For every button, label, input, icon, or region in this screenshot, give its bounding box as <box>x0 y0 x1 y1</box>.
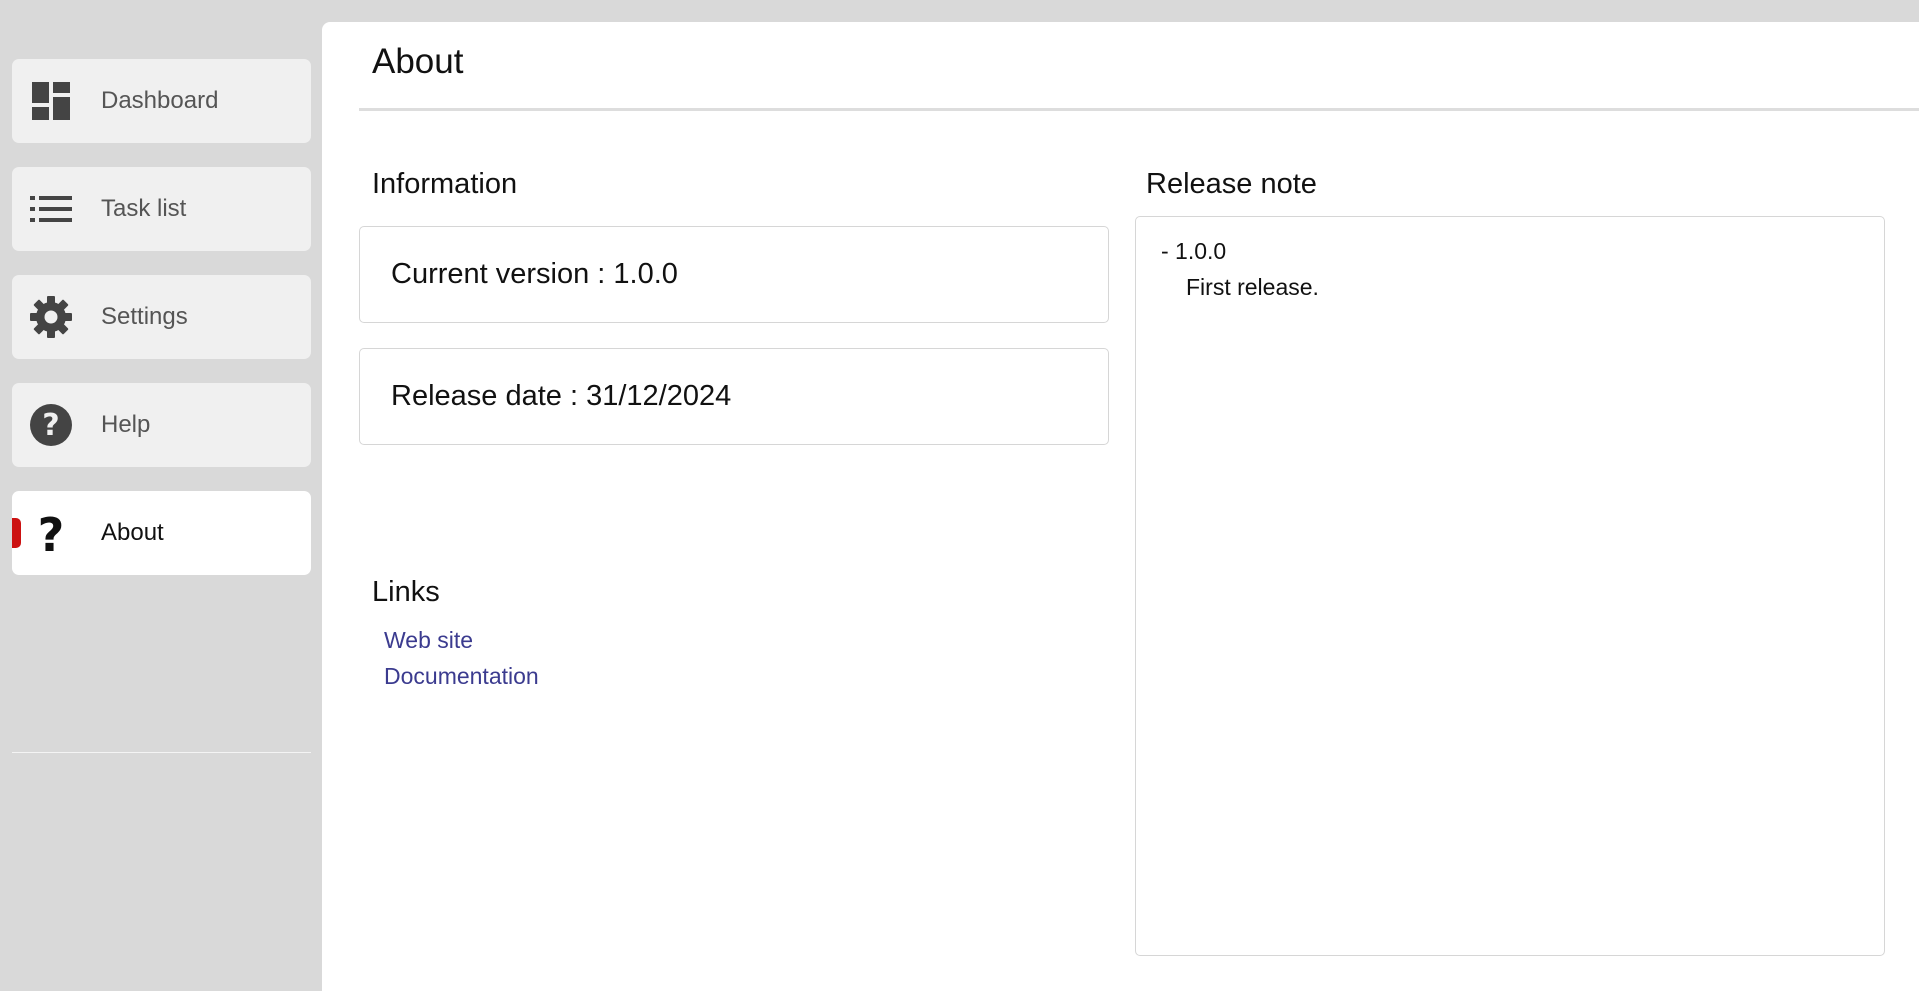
release-note-box[interactable]: - 1.0.0 First release. <box>1135 216 1885 956</box>
gear-icon <box>28 294 74 340</box>
release-note-heading: Release note <box>1146 168 1317 200</box>
sidebar-item-help[interactable]: ? Help <box>12 383 311 467</box>
documentation-link[interactable]: Documentation <box>384 658 539 694</box>
release-note-text: First release. <box>1186 274 1319 300</box>
sidebar: Dashboard Task list Settings ? Help ? Ab… <box>0 0 322 991</box>
current-version-box: Current version : 1.0.0 <box>359 226 1109 323</box>
sidebar-item-dashboard[interactable]: Dashboard <box>12 59 311 143</box>
main-content: About Information Current version : 1.0.… <box>322 22 1919 991</box>
active-indicator <box>12 518 21 548</box>
sidebar-item-settings[interactable]: Settings <box>12 275 311 359</box>
svg-text:?: ? <box>38 510 65 556</box>
links-list: Web site Documentation <box>384 622 539 694</box>
help-circle-icon: ? <box>28 402 74 448</box>
website-link[interactable]: Web site <box>384 622 539 658</box>
list-icon <box>28 186 74 232</box>
question-mark-icon: ? <box>28 510 74 556</box>
links-heading: Links <box>372 576 440 608</box>
information-heading: Information <box>372 168 518 200</box>
sidebar-item-label: Settings <box>101 303 188 330</box>
sidebar-item-label: About <box>101 519 164 546</box>
sidebar-item-label: Task list <box>101 195 187 222</box>
sidebar-item-label: Help <box>101 411 151 438</box>
release-note-version: - 1.0.0 <box>1161 238 1227 264</box>
sidebar-item-about[interactable]: ? About <box>12 491 311 575</box>
sidebar-item-task-list[interactable]: Task list <box>12 167 311 251</box>
sidebar-divider <box>12 752 311 753</box>
page-title: About <box>372 42 464 81</box>
svg-text:?: ? <box>42 408 59 443</box>
release-date-box: Release date : 31/12/2024 <box>359 348 1109 445</box>
title-divider <box>359 108 1919 111</box>
dashboard-icon <box>28 78 74 124</box>
sidebar-item-label: Dashboard <box>101 87 219 114</box>
